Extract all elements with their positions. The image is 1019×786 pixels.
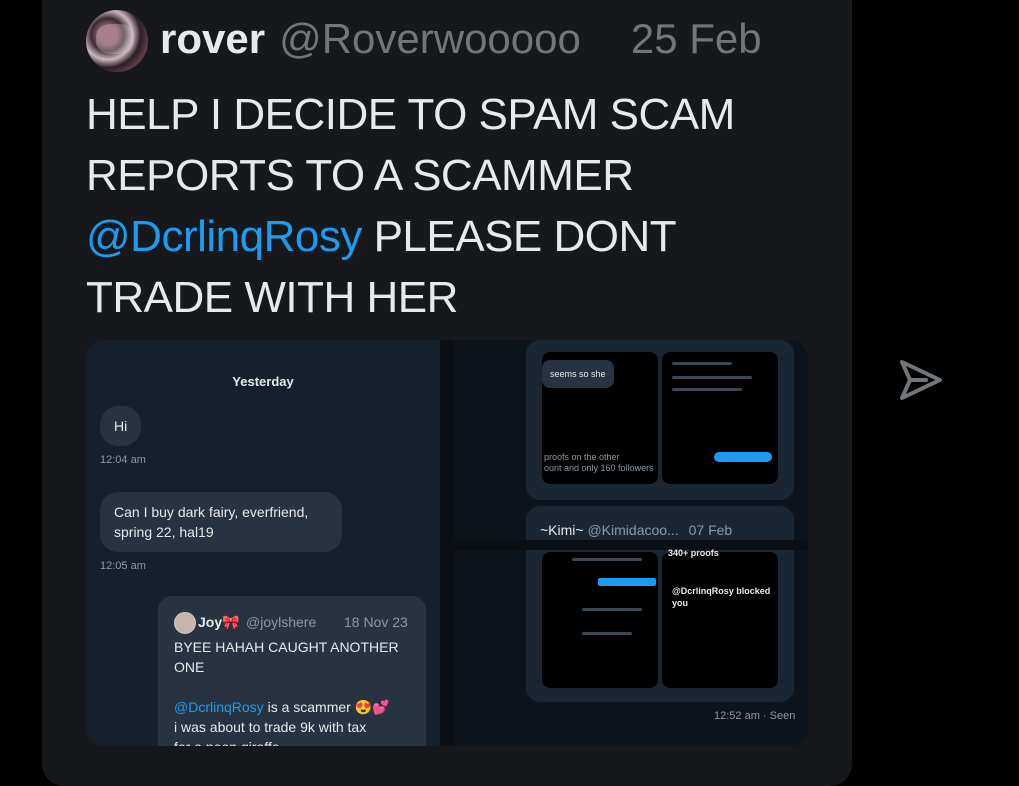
tweet-text: HELP I DECIDE TO SPAM SCAM REPORTS TO A … xyxy=(86,84,786,328)
kimi-header: ~Kimi~ @Kimidacoo... 07 Feb xyxy=(540,522,732,538)
quoted-text-line: ONE xyxy=(174,659,205,675)
quoted-text-line: for a neon giraffe xyxy=(174,737,414,746)
media-divider xyxy=(454,540,808,550)
proof-text: ount and only 160 followers xyxy=(544,463,654,473)
message-time: 12:04 am xyxy=(100,454,146,466)
proof-screenshot: 340+ proofs @DcrlinqRosy blocked you xyxy=(662,548,778,688)
author-handle[interactable]: @Roverwooooo xyxy=(279,15,581,63)
message-time: 12:05 am xyxy=(100,560,146,572)
media-image-dm[interactable]: Yesterday Hi 12:04 am Can I buy dark fai… xyxy=(86,340,440,746)
proof-line xyxy=(672,362,732,365)
proof-line xyxy=(672,376,752,379)
proof-screenshot xyxy=(542,552,658,688)
proof-bubble: seems so she xyxy=(542,360,614,388)
proof-screenshot xyxy=(662,352,778,484)
proof-line xyxy=(582,632,632,635)
message-bubble: Hi xyxy=(100,406,142,446)
proof-title: 340+ proofs xyxy=(668,548,719,558)
kimi-name: ~Kimi~ xyxy=(540,522,584,538)
quoted-avatar xyxy=(174,612,196,634)
blocked-title: @DcrlinqRosy blocked xyxy=(672,586,771,596)
day-label: Yesterday xyxy=(232,374,294,389)
tweet-header: rover @Roverwooooo 25 Feb xyxy=(160,14,762,64)
quoted-text-line: @DcrlinqRosy is a scammer 😍💕 xyxy=(174,697,414,717)
media-image-proofs[interactable]: seems so she proofs on the other ount an… xyxy=(454,340,808,746)
author-avatar[interactable] xyxy=(86,10,148,72)
media-divider xyxy=(440,340,454,746)
message-line: Can I buy dark fairy, everfriend, xyxy=(114,504,309,520)
quoted-text: BYEE HAHAH CAUGHT ANOTHER ONE xyxy=(174,637,414,677)
tweet-text-line: REPORTS TO A SCAMMER xyxy=(86,151,634,200)
share-arrow-icon[interactable] xyxy=(896,356,946,404)
quoted-text-line: i was about to trade 9k with tax xyxy=(174,719,367,735)
quoted-author-name: Joy🎀 xyxy=(198,614,240,630)
proof-line xyxy=(572,558,642,561)
author-name[interactable]: rover xyxy=(160,15,265,63)
seen-status: 12:52 am · Seen xyxy=(714,710,796,722)
proof-line xyxy=(582,608,642,611)
kimi-date: 07 Feb xyxy=(688,522,733,538)
proof-line xyxy=(598,578,656,586)
proof-line xyxy=(672,388,742,391)
message-bubble: Can I buy dark fairy, everfriend, spring… xyxy=(100,492,342,552)
message-line: spring 22, hal19 xyxy=(114,524,214,540)
kimi-handle: @Kimidacoo... xyxy=(587,522,679,538)
quoted-date: 18 Nov 23 xyxy=(344,614,408,630)
quoted-author-handle: @joylshere xyxy=(246,614,317,630)
mention-link[interactable]: @DcrlinqRosy xyxy=(86,212,362,261)
blocked-you: you xyxy=(672,598,689,608)
tweet-text-line: TRADE WITH HER xyxy=(86,273,458,322)
quoted-text-fragment: is a scammer 😍💕 xyxy=(263,699,390,715)
proof-screenshot: seems so she proofs on the other ount an… xyxy=(542,352,658,484)
quoted-text-line: BYEE HAHAH CAUGHT ANOTHER xyxy=(174,639,399,655)
media-grid[interactable]: Yesterday Hi 12:04 am Can I buy dark fai… xyxy=(86,340,808,746)
proof-line xyxy=(714,452,772,462)
quoted-mention: @DcrlinqRosy xyxy=(174,699,264,715)
tweet-text-line: @DcrlinqRosy PLEASE DONT xyxy=(86,206,786,267)
proof-text: proofs on the other xyxy=(544,452,620,462)
tweet-text-fragment: PLEASE DONT xyxy=(361,212,677,261)
quoted-text: @DcrlinqRosy is a scammer 😍💕 i was about… xyxy=(174,697,414,746)
tweet-text-line: HELP I DECIDE TO SPAM SCAM xyxy=(86,90,735,139)
tweet-date[interactable]: 25 Feb xyxy=(631,15,762,63)
